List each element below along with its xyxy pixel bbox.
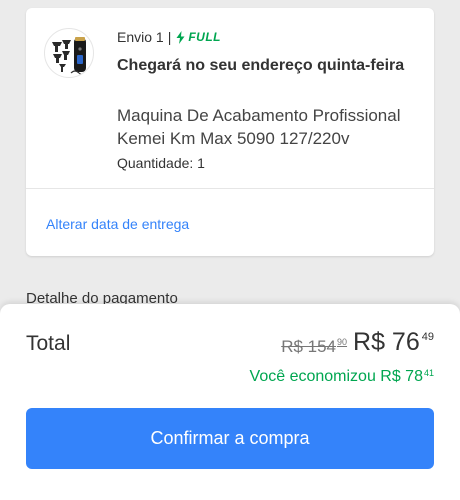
lightning-bolt-icon [176, 30, 185, 44]
original-price: R$ 15490 [281, 337, 347, 357]
savings-text: Você economizou R$ 7841 [250, 368, 434, 386]
shipment-header: Envio 1 | FULL [117, 29, 221, 45]
final-price-int: R$ 76 [353, 328, 420, 356]
original-price-cents: 90 [337, 337, 348, 347]
product-quantity: Quantidade: 1 [117, 155, 205, 171]
confirm-purchase-button[interactable]: Confirmar a compra [26, 408, 434, 469]
product-thumbnail [44, 28, 94, 78]
price-row: R$ 15490 R$ 76 49 [281, 328, 434, 357]
product-title: Maquina De Acabamento Profissional Kemei… [117, 106, 401, 148]
original-price-int: R$ 154 [281, 337, 337, 356]
order-summary-sheet: Total R$ 15490 R$ 76 49 Você economizou R… [0, 304, 460, 500]
full-badge-label: FULL [188, 30, 221, 44]
savings-cents: 41 [423, 368, 434, 378]
savings-amount: Você economizou R$ 78 [249, 368, 423, 385]
shipment-label: Envio 1 [117, 29, 164, 45]
delivery-estimate: Chegará no seu endereço quinta-feira [117, 57, 405, 74]
final-price-cents: 49 [421, 331, 434, 343]
change-delivery-date-link[interactable]: Alterar data de entrega [46, 216, 189, 232]
total-label: Total [26, 332, 71, 355]
card-divider [26, 188, 434, 189]
final-price: R$ 76 49 [353, 328, 434, 357]
shipment-separator: | [167, 29, 172, 45]
full-badge: FULL [176, 30, 221, 44]
shipment-card: Envio 1 | FULL Chegará no seu endereço q… [26, 8, 434, 256]
clipper-product-image [52, 37, 86, 76]
